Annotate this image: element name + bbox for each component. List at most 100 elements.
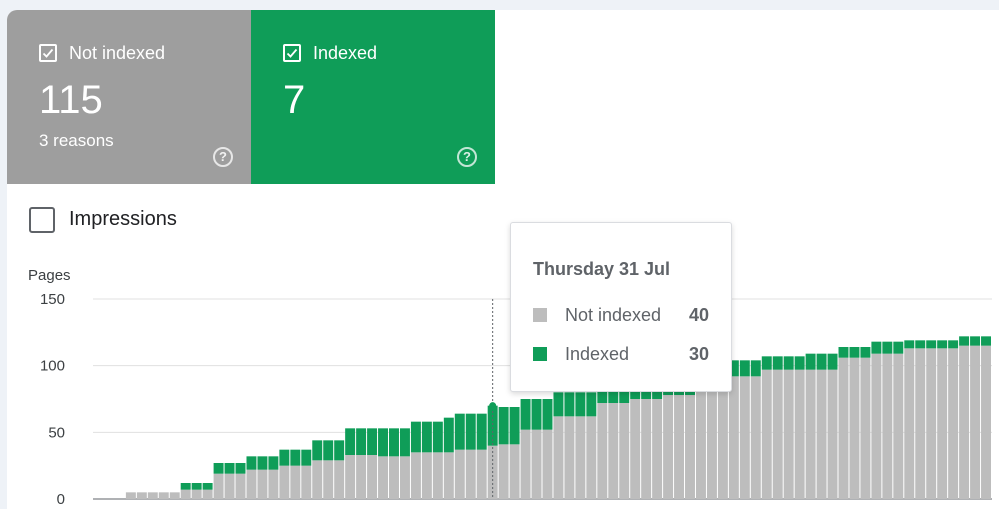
bar-not-indexed[interactable] bbox=[750, 376, 761, 499]
bar-not-indexed[interactable] bbox=[169, 492, 180, 499]
bar-not-indexed[interactable] bbox=[202, 489, 213, 499]
bar-not-indexed[interactable] bbox=[904, 348, 915, 499]
bar-indexed[interactable] bbox=[827, 353, 838, 370]
bar-not-indexed[interactable] bbox=[147, 492, 158, 499]
bar-indexed[interactable] bbox=[224, 463, 235, 474]
bar-not-indexed[interactable] bbox=[586, 416, 597, 499]
bar-indexed[interactable] bbox=[312, 440, 323, 461]
bar-indexed[interactable] bbox=[509, 407, 520, 445]
bar-not-indexed[interactable] bbox=[871, 353, 882, 499]
bar-indexed[interactable] bbox=[739, 360, 750, 377]
bar-indexed[interactable] bbox=[498, 407, 509, 445]
bar-not-indexed[interactable] bbox=[367, 455, 378, 499]
bar-indexed[interactable] bbox=[838, 347, 849, 358]
bar-not-indexed[interactable] bbox=[663, 395, 674, 499]
bar-not-indexed[interactable] bbox=[246, 469, 257, 499]
bar-not-indexed[interactable] bbox=[816, 369, 827, 499]
bar-not-indexed[interactable] bbox=[498, 444, 509, 499]
bar-not-indexed[interactable] bbox=[454, 449, 465, 499]
bar-not-indexed[interactable] bbox=[476, 449, 487, 499]
bar-indexed[interactable] bbox=[246, 456, 257, 470]
bar-not-indexed[interactable] bbox=[378, 456, 389, 499]
bar-not-indexed[interactable] bbox=[838, 357, 849, 499]
bar-not-indexed[interactable] bbox=[410, 452, 421, 499]
bar-not-indexed[interactable] bbox=[224, 473, 235, 499]
bar-not-indexed[interactable] bbox=[136, 492, 147, 499]
bar-not-indexed[interactable] bbox=[717, 387, 728, 499]
bar-not-indexed[interactable] bbox=[794, 369, 805, 499]
bar-not-indexed[interactable] bbox=[268, 469, 279, 499]
bar-not-indexed[interactable] bbox=[893, 353, 904, 499]
bar-not-indexed[interactable] bbox=[301, 465, 312, 499]
bar-not-indexed[interactable] bbox=[860, 357, 871, 499]
bar-not-indexed[interactable] bbox=[575, 416, 586, 499]
bar-indexed[interactable] bbox=[421, 421, 432, 453]
bar-indexed[interactable] bbox=[882, 341, 893, 354]
bar-not-indexed[interactable] bbox=[213, 473, 224, 499]
bar-indexed[interactable] bbox=[915, 340, 926, 349]
bar-not-indexed[interactable] bbox=[783, 369, 794, 499]
bar-not-indexed[interactable] bbox=[772, 369, 783, 499]
bar-not-indexed[interactable] bbox=[761, 369, 772, 499]
bar-indexed[interactable] bbox=[860, 347, 871, 358]
bar-not-indexed[interactable] bbox=[959, 345, 970, 499]
bar-not-indexed[interactable] bbox=[399, 456, 410, 499]
bar-indexed[interactable] bbox=[235, 463, 246, 474]
bar-indexed[interactable] bbox=[575, 392, 586, 417]
bar-not-indexed[interactable] bbox=[279, 465, 290, 499]
bar-not-indexed[interactable] bbox=[915, 348, 926, 499]
bar-indexed[interactable] bbox=[323, 440, 334, 461]
bar-indexed[interactable] bbox=[454, 413, 465, 450]
bar-not-indexed[interactable] bbox=[564, 416, 575, 499]
bar-indexed[interactable] bbox=[202, 483, 213, 490]
bar-indexed[interactable] bbox=[948, 340, 959, 349]
bar-indexed[interactable] bbox=[301, 449, 312, 466]
bar-indexed[interactable] bbox=[970, 336, 981, 346]
bar-indexed[interactable] bbox=[476, 413, 487, 450]
bar-not-indexed[interactable] bbox=[421, 452, 432, 499]
bar-not-indexed[interactable] bbox=[706, 387, 717, 499]
bar-indexed[interactable] bbox=[893, 341, 904, 354]
bar-indexed[interactable] bbox=[816, 353, 827, 370]
bar-not-indexed[interactable] bbox=[531, 429, 542, 499]
bar-not-indexed[interactable] bbox=[356, 455, 367, 499]
bar-not-indexed[interactable] bbox=[728, 376, 739, 499]
bar-indexed[interactable] bbox=[191, 483, 202, 490]
bar-not-indexed[interactable] bbox=[389, 456, 399, 499]
bar-not-indexed[interactable] bbox=[191, 489, 202, 499]
bar-not-indexed[interactable] bbox=[465, 449, 476, 499]
bar-not-indexed[interactable] bbox=[926, 348, 937, 499]
bar-not-indexed[interactable] bbox=[542, 429, 553, 499]
bar-indexed[interactable] bbox=[345, 428, 356, 455]
bar-indexed[interactable] bbox=[937, 340, 948, 349]
bar-indexed[interactable] bbox=[761, 356, 772, 370]
bar-not-indexed[interactable] bbox=[312, 460, 323, 499]
bar-indexed[interactable] bbox=[520, 399, 531, 430]
bar-not-indexed[interactable] bbox=[695, 387, 706, 499]
bar-indexed[interactable] bbox=[180, 483, 191, 490]
bar-indexed[interactable] bbox=[367, 428, 378, 455]
bar-not-indexed[interactable] bbox=[553, 416, 564, 499]
bar-indexed[interactable] bbox=[750, 360, 761, 377]
bar-indexed[interactable] bbox=[564, 392, 575, 417]
bar-not-indexed[interactable] bbox=[323, 460, 334, 499]
bar-indexed[interactable] bbox=[356, 428, 367, 455]
bar-not-indexed[interactable] bbox=[805, 369, 816, 499]
bar-indexed[interactable] bbox=[926, 340, 937, 349]
bar-indexed[interactable] bbox=[959, 336, 970, 346]
bar-indexed[interactable] bbox=[268, 456, 279, 470]
bar-not-indexed[interactable] bbox=[948, 348, 959, 499]
bar-indexed[interactable] bbox=[213, 463, 224, 474]
bar-not-indexed[interactable] bbox=[937, 348, 948, 499]
bar-not-indexed[interactable] bbox=[608, 403, 619, 499]
bar-indexed[interactable] bbox=[805, 353, 816, 370]
bar-not-indexed[interactable] bbox=[443, 452, 454, 499]
bar-not-indexed[interactable] bbox=[981, 345, 991, 499]
bar-indexed[interactable] bbox=[334, 440, 345, 461]
bar-not-indexed[interactable] bbox=[619, 403, 630, 499]
bar-not-indexed[interactable] bbox=[290, 465, 301, 499]
bar-not-indexed[interactable] bbox=[597, 403, 608, 499]
bar-not-indexed[interactable] bbox=[652, 399, 663, 499]
bar-indexed[interactable] bbox=[871, 341, 882, 354]
bar-not-indexed[interactable] bbox=[509, 444, 520, 499]
